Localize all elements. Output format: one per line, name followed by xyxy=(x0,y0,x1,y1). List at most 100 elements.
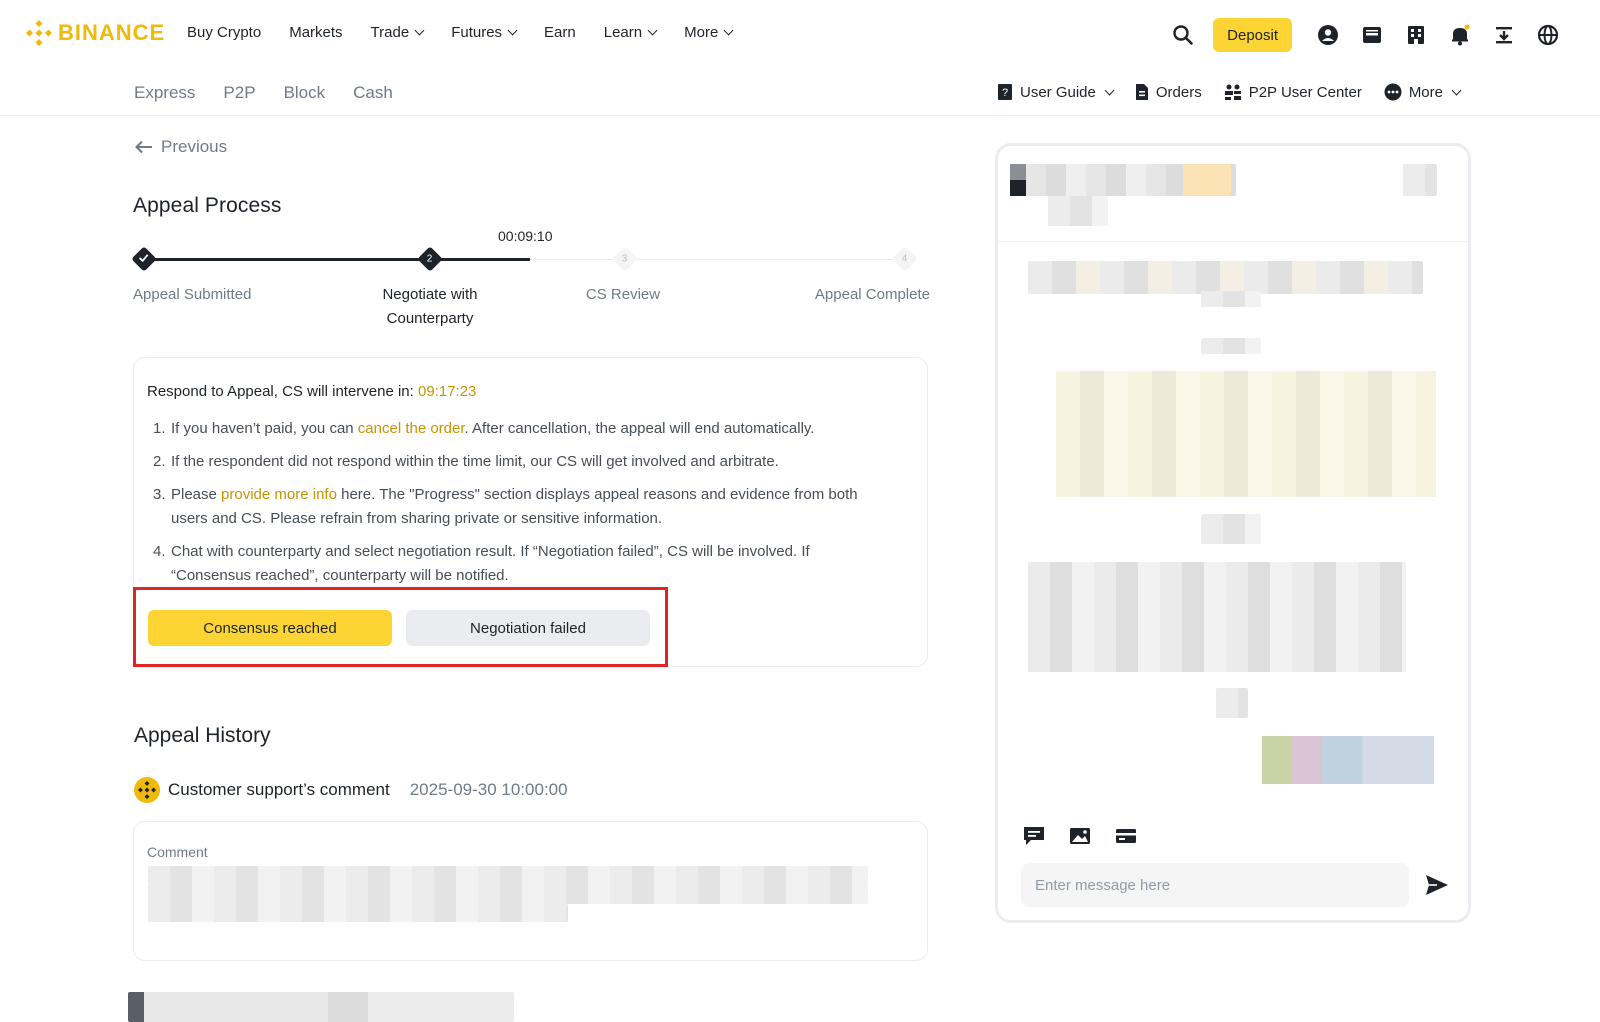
nav-label: Earn xyxy=(544,24,576,41)
respond-card: Respond to Appeal, CS will intervene in:… xyxy=(133,357,928,667)
search-icon[interactable] xyxy=(1161,18,1205,52)
nav-futures[interactable]: Futures xyxy=(451,24,518,41)
redacted-action xyxy=(1403,164,1437,196)
previous-link[interactable]: Previous xyxy=(135,137,227,157)
redacted-timestamp xyxy=(1201,338,1261,354)
chevron-down-icon xyxy=(507,25,518,36)
item-text: If you haven’t paid, you can cancel the … xyxy=(171,417,814,441)
negotiation-failed-button[interactable]: Negotiation failed xyxy=(406,610,650,646)
respond-heading: Respond to Appeal, CS will intervene in:… xyxy=(147,383,476,400)
more-menu[interactable]: More xyxy=(1384,83,1462,101)
chevron-down-icon xyxy=(1104,85,1115,95)
intervene-countdown: 09:17:23 xyxy=(418,383,477,400)
nav-label: More xyxy=(684,24,719,41)
step-number: 3 xyxy=(622,253,628,265)
comment-author: Customer support’s comment xyxy=(168,780,390,799)
provide-more-info-link[interactable]: provide more info xyxy=(221,486,337,503)
redacted-content xyxy=(148,884,868,904)
more-dots-icon xyxy=(1384,83,1402,101)
nav-learn[interactable]: Learn xyxy=(604,24,658,41)
nav-label: Buy Crypto xyxy=(187,24,262,41)
cs-avatar xyxy=(134,777,160,803)
orders-icon[interactable] xyxy=(1394,18,1438,52)
redacted-content xyxy=(148,904,568,922)
check-icon xyxy=(139,253,149,265)
chat-header xyxy=(998,146,1468,242)
p2p-user-center-link[interactable]: P2P User Center xyxy=(1224,83,1362,101)
chevron-down-icon xyxy=(647,25,658,36)
tab-block[interactable]: Block xyxy=(284,83,326,103)
cancel-order-link[interactable]: cancel the order xyxy=(358,420,465,437)
image-icon[interactable] xyxy=(1068,824,1092,848)
step-timer: 00:09:10 xyxy=(498,228,553,244)
nav-label: Futures xyxy=(451,24,503,41)
step-number: 2 xyxy=(427,253,433,265)
message-icon[interactable] xyxy=(1022,824,1046,848)
progress-line-todo xyxy=(530,259,910,260)
card-icon[interactable] xyxy=(1114,824,1138,848)
item-text: Chat with counterparty and select negoti… xyxy=(171,543,810,584)
chevron-down-icon xyxy=(1451,85,1462,95)
instructions-list: 1. If you haven’t paid, you can cancel t… xyxy=(153,417,893,597)
redacted-image-message xyxy=(1262,736,1434,784)
tab-cash[interactable]: Cash xyxy=(353,83,393,103)
step-label-submitted: Appeal Submitted xyxy=(133,286,252,303)
item-number: 3. xyxy=(153,486,166,503)
nav-label: Trade xyxy=(370,24,410,41)
item-number: 4. xyxy=(153,543,166,560)
redacted-content xyxy=(128,992,514,1022)
more-label: More xyxy=(1408,83,1443,101)
tab-express[interactable]: Express xyxy=(134,83,195,103)
send-icon[interactable] xyxy=(1424,873,1450,897)
chat-message-input[interactable] xyxy=(1021,863,1409,907)
brand-name: BINANCE xyxy=(58,20,166,45)
comment-timestamp: 2025-09-30 10:00:00 xyxy=(409,780,568,799)
user-center-label: P2P User Center xyxy=(1248,83,1362,101)
top-navbar: BINANCE Buy Crypto Markets Trade Futures… xyxy=(0,0,1600,70)
negotiation-actions-highlight: Consensus reached Negotiation failed xyxy=(133,587,668,667)
guide-icon: ? xyxy=(997,84,1012,100)
binance-logo-icon xyxy=(26,20,52,46)
step-2-node: 2 xyxy=(417,246,443,272)
item-number: 1. xyxy=(153,420,166,437)
nav-trade[interactable]: Trade xyxy=(370,24,425,41)
item-text: Please provide more info here. The "Prog… xyxy=(171,483,893,531)
redacted-timestamp xyxy=(1201,514,1261,544)
subnav-links: ? User Guide Orders P2P User Center More xyxy=(997,83,1462,101)
history-entry-header: Customer support’s comment 2025-09-30 10… xyxy=(134,777,568,803)
subnav-tabs: Express P2P Block Cash xyxy=(134,83,393,103)
chevron-down-icon xyxy=(723,25,734,36)
step-label-negotiate: Negotiate with Counterparty xyxy=(382,286,478,327)
list-item: 3. Please provide more info here. The "P… xyxy=(153,483,893,531)
tab-p2p[interactable]: P2P xyxy=(223,83,255,103)
item-text-pre: If you haven’t paid, you can xyxy=(171,420,358,437)
download-icon[interactable] xyxy=(1482,18,1526,52)
user-icon[interactable] xyxy=(1306,18,1350,52)
nav-markets[interactable]: Markets xyxy=(289,24,342,41)
item-number: 2. xyxy=(153,453,166,470)
list-item: 1. If you haven’t paid, you can cancel t… xyxy=(153,417,893,441)
nav-earn[interactable]: Earn xyxy=(544,24,576,41)
redacted-avatar xyxy=(1010,164,1026,180)
nav-more[interactable]: More xyxy=(684,24,734,41)
svg-text:?: ? xyxy=(1002,87,1008,99)
comment-card: Comment xyxy=(133,821,928,961)
nav-buy-crypto[interactable]: Buy Crypto xyxy=(187,24,261,41)
main-nav: Buy Crypto Markets Trade Futures Earn Le… xyxy=(187,24,760,41)
arrow-left-icon xyxy=(135,140,152,154)
previous-label: Previous xyxy=(161,137,228,156)
nav-label: Markets xyxy=(289,24,343,41)
list-item: 2. If the respondent did not respond wit… xyxy=(153,450,893,474)
binance-logo-icon xyxy=(138,781,156,799)
document-icon xyxy=(1135,84,1148,100)
binance-logo[interactable]: BINANCE xyxy=(26,20,165,46)
user-guide-link[interactable]: ? User Guide xyxy=(997,83,1115,101)
bell-icon[interactable] xyxy=(1438,18,1482,52)
consensus-reached-button[interactable]: Consensus reached xyxy=(148,610,392,646)
globe-icon[interactable] xyxy=(1526,18,1570,52)
user-guide-label: User Guide xyxy=(1019,83,1096,101)
wallet-icon[interactable] xyxy=(1350,18,1394,52)
orders-link[interactable]: Orders xyxy=(1135,83,1202,101)
respond-heading-text: Respond to Appeal, CS will intervene in: xyxy=(147,383,414,400)
deposit-button[interactable]: Deposit xyxy=(1213,18,1292,52)
